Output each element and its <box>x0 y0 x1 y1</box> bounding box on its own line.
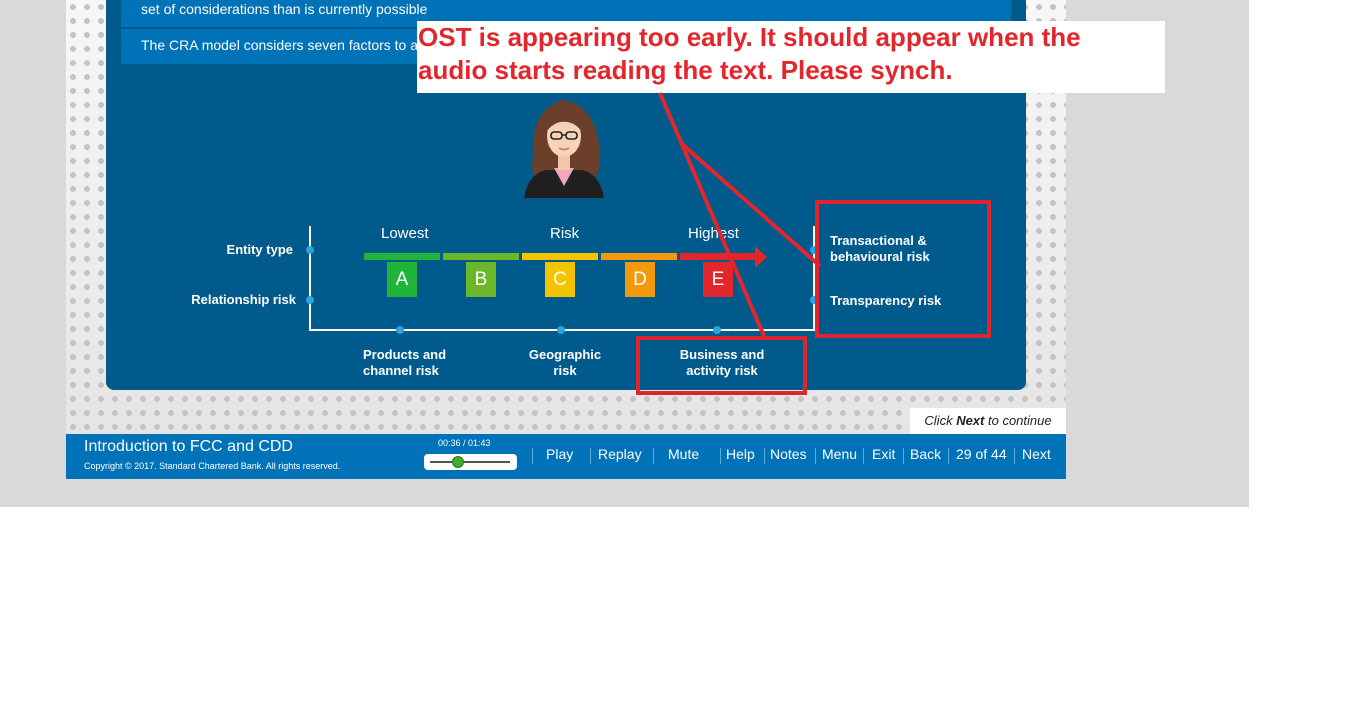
annotation-arrows <box>658 92 822 337</box>
